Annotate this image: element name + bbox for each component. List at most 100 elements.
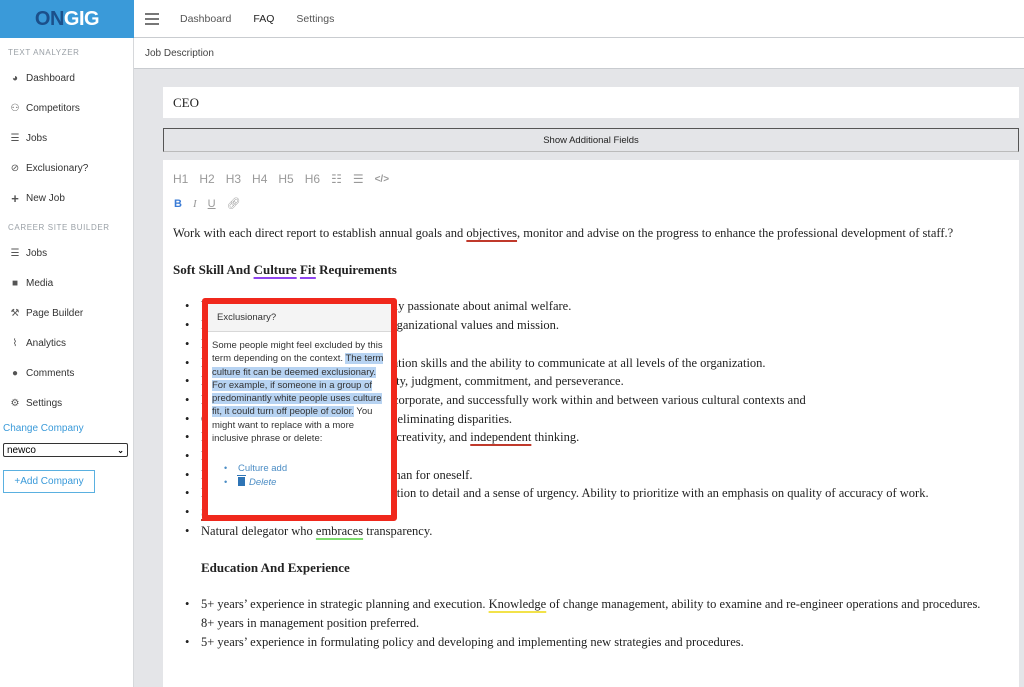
intro-paragraph: Work with each direct report to establis… xyxy=(173,224,989,243)
section-text-analyzer: TEXT ANALYZER xyxy=(8,48,80,57)
text: Natural delegator who xyxy=(201,523,316,538)
hamburger-menu-icon[interactable] xyxy=(145,10,159,28)
flagged-word[interactable]: objectives xyxy=(466,226,517,240)
trash-icon xyxy=(237,474,246,486)
breadcrumb: Job Description xyxy=(134,38,1024,69)
h3-button[interactable]: H3 xyxy=(226,172,241,186)
list-item: 5+ years’ experience in strategic planni… xyxy=(185,595,989,632)
bold-button[interactable]: B xyxy=(174,198,182,210)
flagged-word-fit[interactable]: Fit xyxy=(300,262,316,277)
text: Work with each direct report to establis… xyxy=(173,226,467,240)
show-additional-fields-button[interactable]: Show Additional Fields xyxy=(163,128,1019,152)
popover-body: Some people might feel excluded by this … xyxy=(208,332,391,489)
sidebar-item-label: New Job xyxy=(26,192,65,204)
sidebar-item-label: Competitors xyxy=(26,102,80,114)
ban-icon: ⊘ xyxy=(10,162,20,174)
top-nav: Dashboard FAQ Settings xyxy=(134,0,1024,38)
chart-icon: ⌇ xyxy=(12,337,18,349)
sidebar-item-dashboard[interactable]: ◕ Dashboard xyxy=(0,63,133,93)
sidebar-item-media[interactable]: ■ Media xyxy=(0,268,133,298)
sidebar-item-label: Settings xyxy=(26,397,63,409)
editor-toolbar-row1: H1 H2 H3 H4 H5 H6 ☷ ☰ </> xyxy=(173,172,400,186)
editor-toolbar-row2: B I U 🔗︎ xyxy=(174,197,252,211)
text: 5+ years’ experience in formulating poli… xyxy=(201,634,744,649)
sidebar-item-label: Media xyxy=(26,277,54,289)
plus-icon: + xyxy=(11,190,19,206)
italic-button[interactable]: I xyxy=(193,198,197,210)
numbered-list-icon[interactable]: ☰ xyxy=(353,172,364,186)
suggestion-list: Culture add Delete xyxy=(212,462,386,489)
comment-icon: ● xyxy=(11,367,19,379)
suggestion-label: Culture add xyxy=(238,463,288,475)
sidebar-item-exclusionary[interactable]: ⊘ Exclusionary? xyxy=(0,153,133,183)
education-list: 5+ years’ experience in strategic planni… xyxy=(173,595,989,651)
video-icon: ■ xyxy=(11,277,19,289)
users-icon: ⚇ xyxy=(10,102,20,114)
nav-settings[interactable]: Settings xyxy=(296,13,334,25)
h6-button[interactable]: H6 xyxy=(305,172,320,186)
delete-label: Delete xyxy=(249,476,277,488)
text: , incorporate, and successfully work wit… xyxy=(377,392,806,407)
section-heading-education: Education And Experience xyxy=(201,559,350,575)
flagged-word[interactable]: independent xyxy=(470,430,531,444)
sidebar-item-jobs[interactable]: ☰ Jobs xyxy=(0,123,133,153)
sidebar-item-label: Jobs xyxy=(26,132,48,144)
job-title-input[interactable]: CEO xyxy=(163,87,1019,118)
delete-suggestion[interactable]: Delete xyxy=(224,474,386,489)
logo[interactable]: ONGIG xyxy=(0,0,134,38)
bullet-list-icon[interactable]: ☷ xyxy=(331,172,342,186)
sidebar-item-label: Jobs xyxy=(26,247,48,259)
sidebar-item-label: Dashboard xyxy=(26,72,75,84)
nav-dashboard[interactable]: Dashboard xyxy=(180,13,231,25)
underline-button[interactable]: U xyxy=(208,198,216,210)
h5-button[interactable]: H5 xyxy=(278,172,293,186)
link-icon[interactable]: 🔗︎ xyxy=(227,197,241,210)
sidebar-item-competitors[interactable]: ⚇ Competitors xyxy=(0,93,133,123)
sidebar-item-comments[interactable]: ● Comments xyxy=(0,358,133,388)
h4-button[interactable]: H4 xyxy=(252,172,267,186)
list-item: 5+ years’ experience in formulating poli… xyxy=(185,633,989,652)
text: , monitor and advise on the progress to … xyxy=(517,226,954,240)
sidebar: TEXT ANALYZER ◕ Dashboard ⚇ Competitors ☰ J… xyxy=(0,38,134,687)
chevron-down-icon: ⌄ xyxy=(117,445,124,455)
text: 5+ years’ experience in strategic planni… xyxy=(201,597,489,612)
dashboard-icon: ◕ xyxy=(11,72,19,84)
sidebar-item-csb-jobs[interactable]: ☰ Jobs xyxy=(0,238,133,268)
text: transparency. xyxy=(363,523,433,538)
nav-faq[interactable]: FAQ xyxy=(253,13,274,25)
h1-button[interactable]: H1 xyxy=(173,172,188,186)
sidebar-item-settings[interactable]: ⚙ Settings xyxy=(0,388,133,418)
list-icon: ☰ xyxy=(10,132,20,144)
sidebar-item-label: Page Builder xyxy=(26,307,84,319)
sidebar-item-label: Comments xyxy=(26,367,75,379)
flagged-word[interactable]: embraces xyxy=(316,524,363,538)
flagged-word[interactable]: Knowledge xyxy=(489,597,547,611)
text: Soft Skill And xyxy=(173,261,254,277)
sidebar-item-label: Analytics xyxy=(26,337,67,349)
sidebar-item-page-builder[interactable]: ⚒ Page Builder xyxy=(0,298,133,328)
suggestion-culture-add[interactable]: Culture add xyxy=(224,462,386,476)
hammer-icon: ⚒ xyxy=(10,307,20,319)
app: ONGIG Dashboard FAQ Settings TEXT ANALYZ… xyxy=(0,0,1024,687)
section-heading: Soft Skill And Culture Fit Requirements xyxy=(173,261,989,280)
h2-button[interactable]: H2 xyxy=(199,172,214,186)
add-company-button[interactable]: +Add Company xyxy=(3,470,95,493)
exclusionary-popover: Exclusionary? Some people might feel exc… xyxy=(202,298,397,521)
change-company-link[interactable]: Change Company xyxy=(0,420,133,438)
code-icon[interactable]: </> xyxy=(375,174,389,185)
list-item: Natural delegator who embraces transpare… xyxy=(185,522,989,541)
popover-title: Exclusionary? xyxy=(208,304,391,332)
logo-gig: GIG xyxy=(63,7,100,30)
sidebar-item-analytics[interactable]: ⌇ Analytics xyxy=(0,328,133,358)
company-select[interactable]: newco ⌄ xyxy=(3,443,128,457)
list-icon: ☰ xyxy=(10,247,20,259)
sidebar-item-new-job[interactable]: + New Job xyxy=(0,183,133,213)
text: thinking. xyxy=(531,430,580,445)
logo-on: ON xyxy=(34,7,65,30)
flagged-word-culture[interactable]: Culture xyxy=(254,262,297,277)
gear-icon: ⚙ xyxy=(10,397,20,409)
section-career-site-builder: CAREER SITE BUILDER xyxy=(8,223,110,232)
text: Requirements xyxy=(315,261,397,277)
company-select-value: newco xyxy=(7,444,36,456)
sidebar-item-label: Exclusionary? xyxy=(26,162,89,174)
